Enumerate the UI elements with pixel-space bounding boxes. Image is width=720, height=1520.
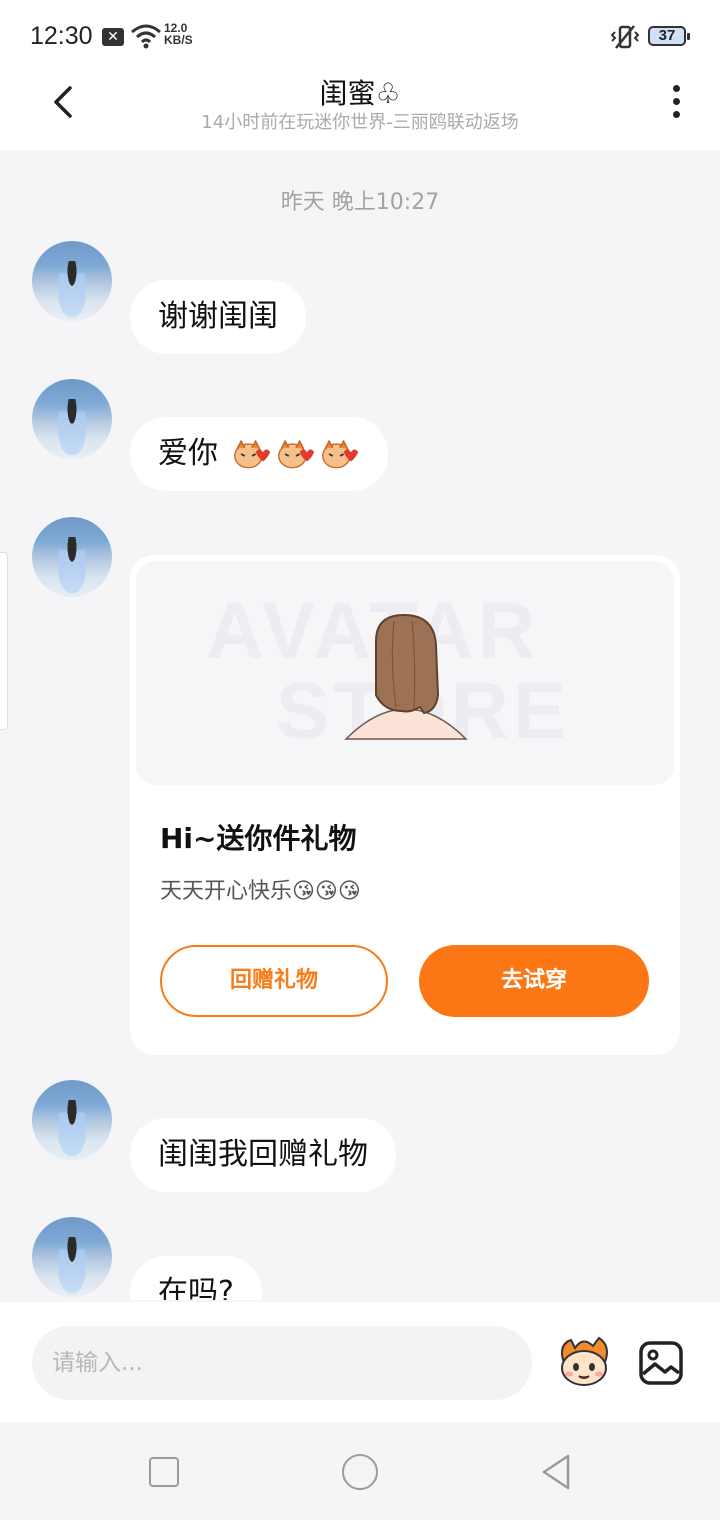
- message-input-bar: [0, 1302, 720, 1422]
- try-on-button[interactable]: 去试穿: [419, 945, 649, 1017]
- battery-icon: 37: [648, 26, 690, 46]
- gift-card[interactable]: AVATAR STORE Hi~送你件礼物 天天开心快乐😘😘😘 回赠礼物 去试穿: [130, 555, 680, 1055]
- contact-avatar[interactable]: [32, 241, 112, 321]
- speed-unit: KB/S: [164, 33, 193, 47]
- message-text: 闺闺我回赠礼物: [158, 1137, 368, 1172]
- side-drawer-handle[interactable]: [0, 552, 8, 730]
- contact-avatar[interactable]: [32, 1080, 112, 1160]
- message-text: 谢谢闺闺: [158, 299, 278, 334]
- recent-apps-button[interactable]: [149, 1457, 179, 1487]
- home-button[interactable]: [342, 1454, 378, 1490]
- gift-card-title: Hi~送你件礼物: [160, 822, 357, 855]
- message-bubble[interactable]: 闺闺我回赠礼物: [130, 1118, 396, 1192]
- contact-avatar[interactable]: [32, 517, 112, 597]
- more-vertical-icon[interactable]: [664, 82, 688, 122]
- notification-x-icon: ✕: [102, 28, 124, 46]
- kiss-emoji-icon: [277, 438, 314, 468]
- contact-avatar[interactable]: [32, 1217, 112, 1297]
- network-speed: 12.0 KB/S: [164, 22, 193, 46]
- contact-name: 闺蜜♧: [319, 77, 401, 110]
- avatar-figure-illustration: [344, 613, 468, 740]
- message-text: 爱你: [158, 436, 218, 471]
- wifi-icon: [131, 24, 161, 49]
- message-text: 在吗?: [158, 1275, 234, 1300]
- kiss-emoji-icon: [233, 438, 270, 468]
- message-bubble[interactable]: 在吗?: [130, 1256, 262, 1300]
- message-input[interactable]: [32, 1326, 532, 1400]
- mascot-emoji-icon[interactable]: [555, 1332, 613, 1390]
- chat-header: 闺蜜♧ 14小时前在玩迷你世界-三丽鸥联动返场: [0, 72, 720, 150]
- image-icon[interactable]: [638, 1340, 684, 1386]
- status-time: 12:30: [30, 22, 93, 50]
- gift-preview-image: AVATAR STORE: [136, 561, 674, 785]
- message-timestamp: 昨天 晚上10:27: [280, 190, 440, 215]
- contact-status: 14小时前在玩迷你世界-三丽鸥联动返场: [201, 112, 519, 133]
- vibrate-icon: [610, 25, 640, 49]
- chat-area[interactable]: 昨天 晚上10:27 谢谢闺闺 爱你 AVATAR STORE: [0, 150, 720, 1300]
- system-nav-bar: [0, 1422, 720, 1520]
- status-bar: 12:30 ✕ 12.0 KB/S 37: [0, 0, 720, 72]
- return-gift-button[interactable]: 回赠礼物: [160, 945, 388, 1017]
- kiss-emoji-icon: [321, 438, 358, 468]
- nav-back-icon[interactable]: [538, 1452, 574, 1492]
- message-bubble[interactable]: 谢谢闺闺: [130, 280, 306, 354]
- message-bubble[interactable]: 爱你: [130, 417, 388, 491]
- gift-card-subtitle: 天天开心快乐😘😘😘: [160, 879, 361, 904]
- contact-avatar[interactable]: [32, 379, 112, 459]
